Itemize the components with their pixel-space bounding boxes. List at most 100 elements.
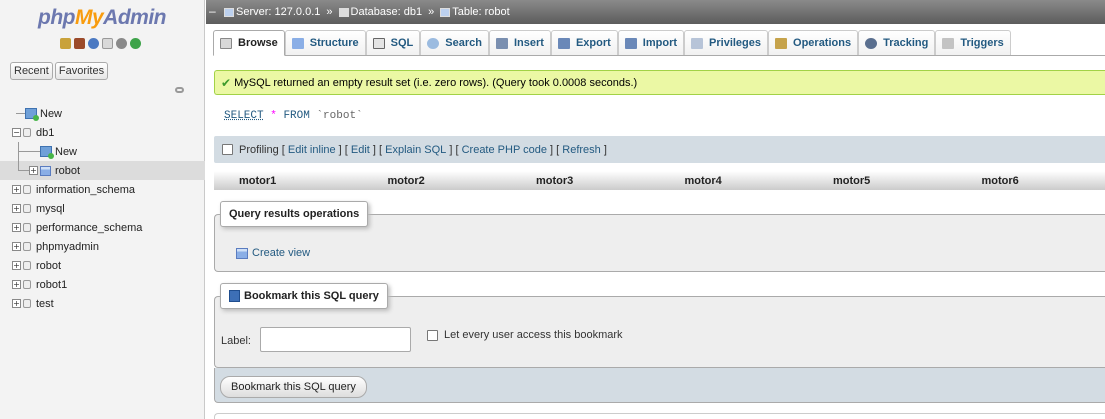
insert-icon xyxy=(495,37,508,49)
tree-item-db1-new[interactable]: New xyxy=(0,142,205,161)
logout-icon[interactable] xyxy=(74,38,85,49)
profiling-bar: Profiling [ Edit inline ] [ Edit ] [ Exp… xyxy=(214,136,1105,163)
server-icon xyxy=(224,7,234,17)
expand-icon[interactable]: + xyxy=(12,242,21,251)
tree-item-label: robot xyxy=(36,259,62,272)
create-view-link[interactable]: Create view xyxy=(236,247,310,259)
tree-item-robot[interactable]: + robot xyxy=(0,256,205,275)
tab-browse[interactable]: Browse xyxy=(213,30,285,56)
tree-item-performance-schema[interactable]: + performance_schema xyxy=(0,218,205,237)
database-icon xyxy=(23,242,31,251)
tree-item-label: mysql xyxy=(36,202,65,215)
column-header[interactable]: motor4 xyxy=(660,175,809,187)
next-fieldset-edge xyxy=(214,413,1105,419)
table-tabs: Browse Structure SQL Search Insert Expor… xyxy=(213,30,1105,56)
tab-tracking[interactable]: Tracking xyxy=(858,30,936,55)
create-php-code-link[interactable]: Create PHP code xyxy=(462,144,547,156)
edit-link[interactable]: Edit xyxy=(351,144,370,156)
tree-item-information-schema[interactable]: + information_schema xyxy=(0,180,205,199)
tree-item-label: test xyxy=(36,297,54,310)
nav-tabs: Recent Favorites xyxy=(10,62,109,80)
database-icon xyxy=(23,185,31,194)
browse-icon xyxy=(220,37,232,49)
help-icon[interactable] xyxy=(88,38,99,49)
expand-icon[interactable]: + xyxy=(29,166,38,175)
column-header[interactable]: motor3 xyxy=(511,175,660,187)
sql-star: * xyxy=(270,110,277,122)
sql-table-name: `robot` xyxy=(316,110,363,122)
expand-icon[interactable]: + xyxy=(12,261,21,270)
tree-item-test[interactable]: + test xyxy=(0,294,205,313)
breadcrumb-table[interactable]: Table: robot xyxy=(440,6,510,18)
database-icon xyxy=(23,280,31,289)
checkmark-icon: ✔ xyxy=(221,75,232,90)
sql-icon xyxy=(372,37,385,49)
link-with-main-icon[interactable] xyxy=(175,87,184,93)
tab-sql[interactable]: SQL xyxy=(365,30,421,55)
import-icon xyxy=(624,37,637,49)
database-icon xyxy=(338,7,349,17)
refresh-link[interactable]: Refresh xyxy=(562,144,601,156)
tree-item-label: New xyxy=(40,107,63,120)
tab-privileges[interactable]: Privileges xyxy=(684,30,769,55)
breadcrumb-separator: » xyxy=(428,6,435,18)
tab-export[interactable]: Export xyxy=(550,30,618,55)
bookmark-label-input[interactable] xyxy=(260,327,411,352)
tree-item-db1[interactable]: − db1 xyxy=(0,123,205,142)
query-results-operations-legend: Query results operations xyxy=(220,201,369,227)
table-icon xyxy=(40,165,51,176)
search-icon xyxy=(427,37,440,49)
explain-sql-link[interactable]: Explain SQL xyxy=(385,144,446,156)
collapse-icon[interactable]: − xyxy=(12,128,21,137)
tab-search[interactable]: Search xyxy=(420,30,489,55)
expand-icon[interactable]: + xyxy=(12,185,21,194)
tab-triggers[interactable]: Triggers xyxy=(935,30,1011,55)
favorites-tab[interactable]: Favorites xyxy=(54,62,109,80)
tree-item-label: phpmyadmin xyxy=(36,240,99,253)
sql-keyword-select[interactable]: SELECT xyxy=(224,110,264,122)
tab-structure[interactable]: Structure xyxy=(284,30,366,55)
new-icon xyxy=(40,146,54,159)
expand-icon[interactable]: + xyxy=(12,223,21,232)
settings-icon[interactable] xyxy=(116,38,127,49)
tracking-icon xyxy=(865,37,878,49)
nav-quick-icons xyxy=(60,38,141,49)
column-header[interactable]: motor5 xyxy=(808,175,957,187)
reload-icon[interactable] xyxy=(130,38,141,49)
profiling-checkbox[interactable] xyxy=(222,144,233,155)
table-icon xyxy=(440,7,451,17)
tab-operations[interactable]: Operations xyxy=(768,30,859,55)
query-results-operations: Query results operations Create view xyxy=(214,201,1105,272)
navigation-panel: phpMyAdmin Recent Favorites New − db1 Ne… xyxy=(0,0,205,419)
collapse-nav-icon[interactable]: – xyxy=(209,2,218,22)
column-header[interactable]: motor2 xyxy=(363,175,512,187)
column-header[interactable]: motor1 xyxy=(214,175,363,187)
breadcrumb-server[interactable]: Server: 127.0.0.1 xyxy=(224,6,320,18)
bookmark-label-text: Label: xyxy=(221,335,251,347)
tree-item-robot1[interactable]: + robot1 xyxy=(0,275,205,294)
tree-item-mysql[interactable]: + mysql xyxy=(0,199,205,218)
tab-import[interactable]: Import xyxy=(617,30,685,55)
expand-icon[interactable]: + xyxy=(12,299,21,308)
create-view-icon xyxy=(236,247,248,259)
phpmyadmin-logo[interactable]: phpMyAdmin xyxy=(38,6,166,30)
edit-inline-link[interactable]: Edit inline xyxy=(288,144,336,156)
success-message: ✔ MySQL returned an empty result set (i.… xyxy=(214,70,1105,95)
home-icon[interactable] xyxy=(60,38,71,49)
tab-insert[interactable]: Insert xyxy=(488,30,551,55)
docs-icon[interactable] xyxy=(102,38,113,49)
tree-item-phpmyadmin[interactable]: + phpmyadmin xyxy=(0,237,205,256)
expand-icon[interactable]: + xyxy=(12,280,21,289)
operations-icon xyxy=(775,37,788,49)
column-header[interactable]: motor6 xyxy=(957,175,1105,187)
database-icon xyxy=(23,128,31,137)
profiling-label: Profiling xyxy=(239,143,279,156)
breadcrumb-database[interactable]: Database: db1 xyxy=(338,6,422,18)
bookmark-share-option[interactable]: Let every user access this bookmark xyxy=(427,329,623,341)
share-bookmark-checkbox[interactable] xyxy=(427,329,438,341)
tree-item-robot-table[interactable]: + robot xyxy=(0,161,205,180)
tree-item-new[interactable]: New xyxy=(0,104,205,123)
expand-icon[interactable]: + xyxy=(12,204,21,213)
bookmark-query-button[interactable]: Bookmark this SQL query xyxy=(220,376,367,398)
recent-tab[interactable]: Recent xyxy=(10,62,53,80)
